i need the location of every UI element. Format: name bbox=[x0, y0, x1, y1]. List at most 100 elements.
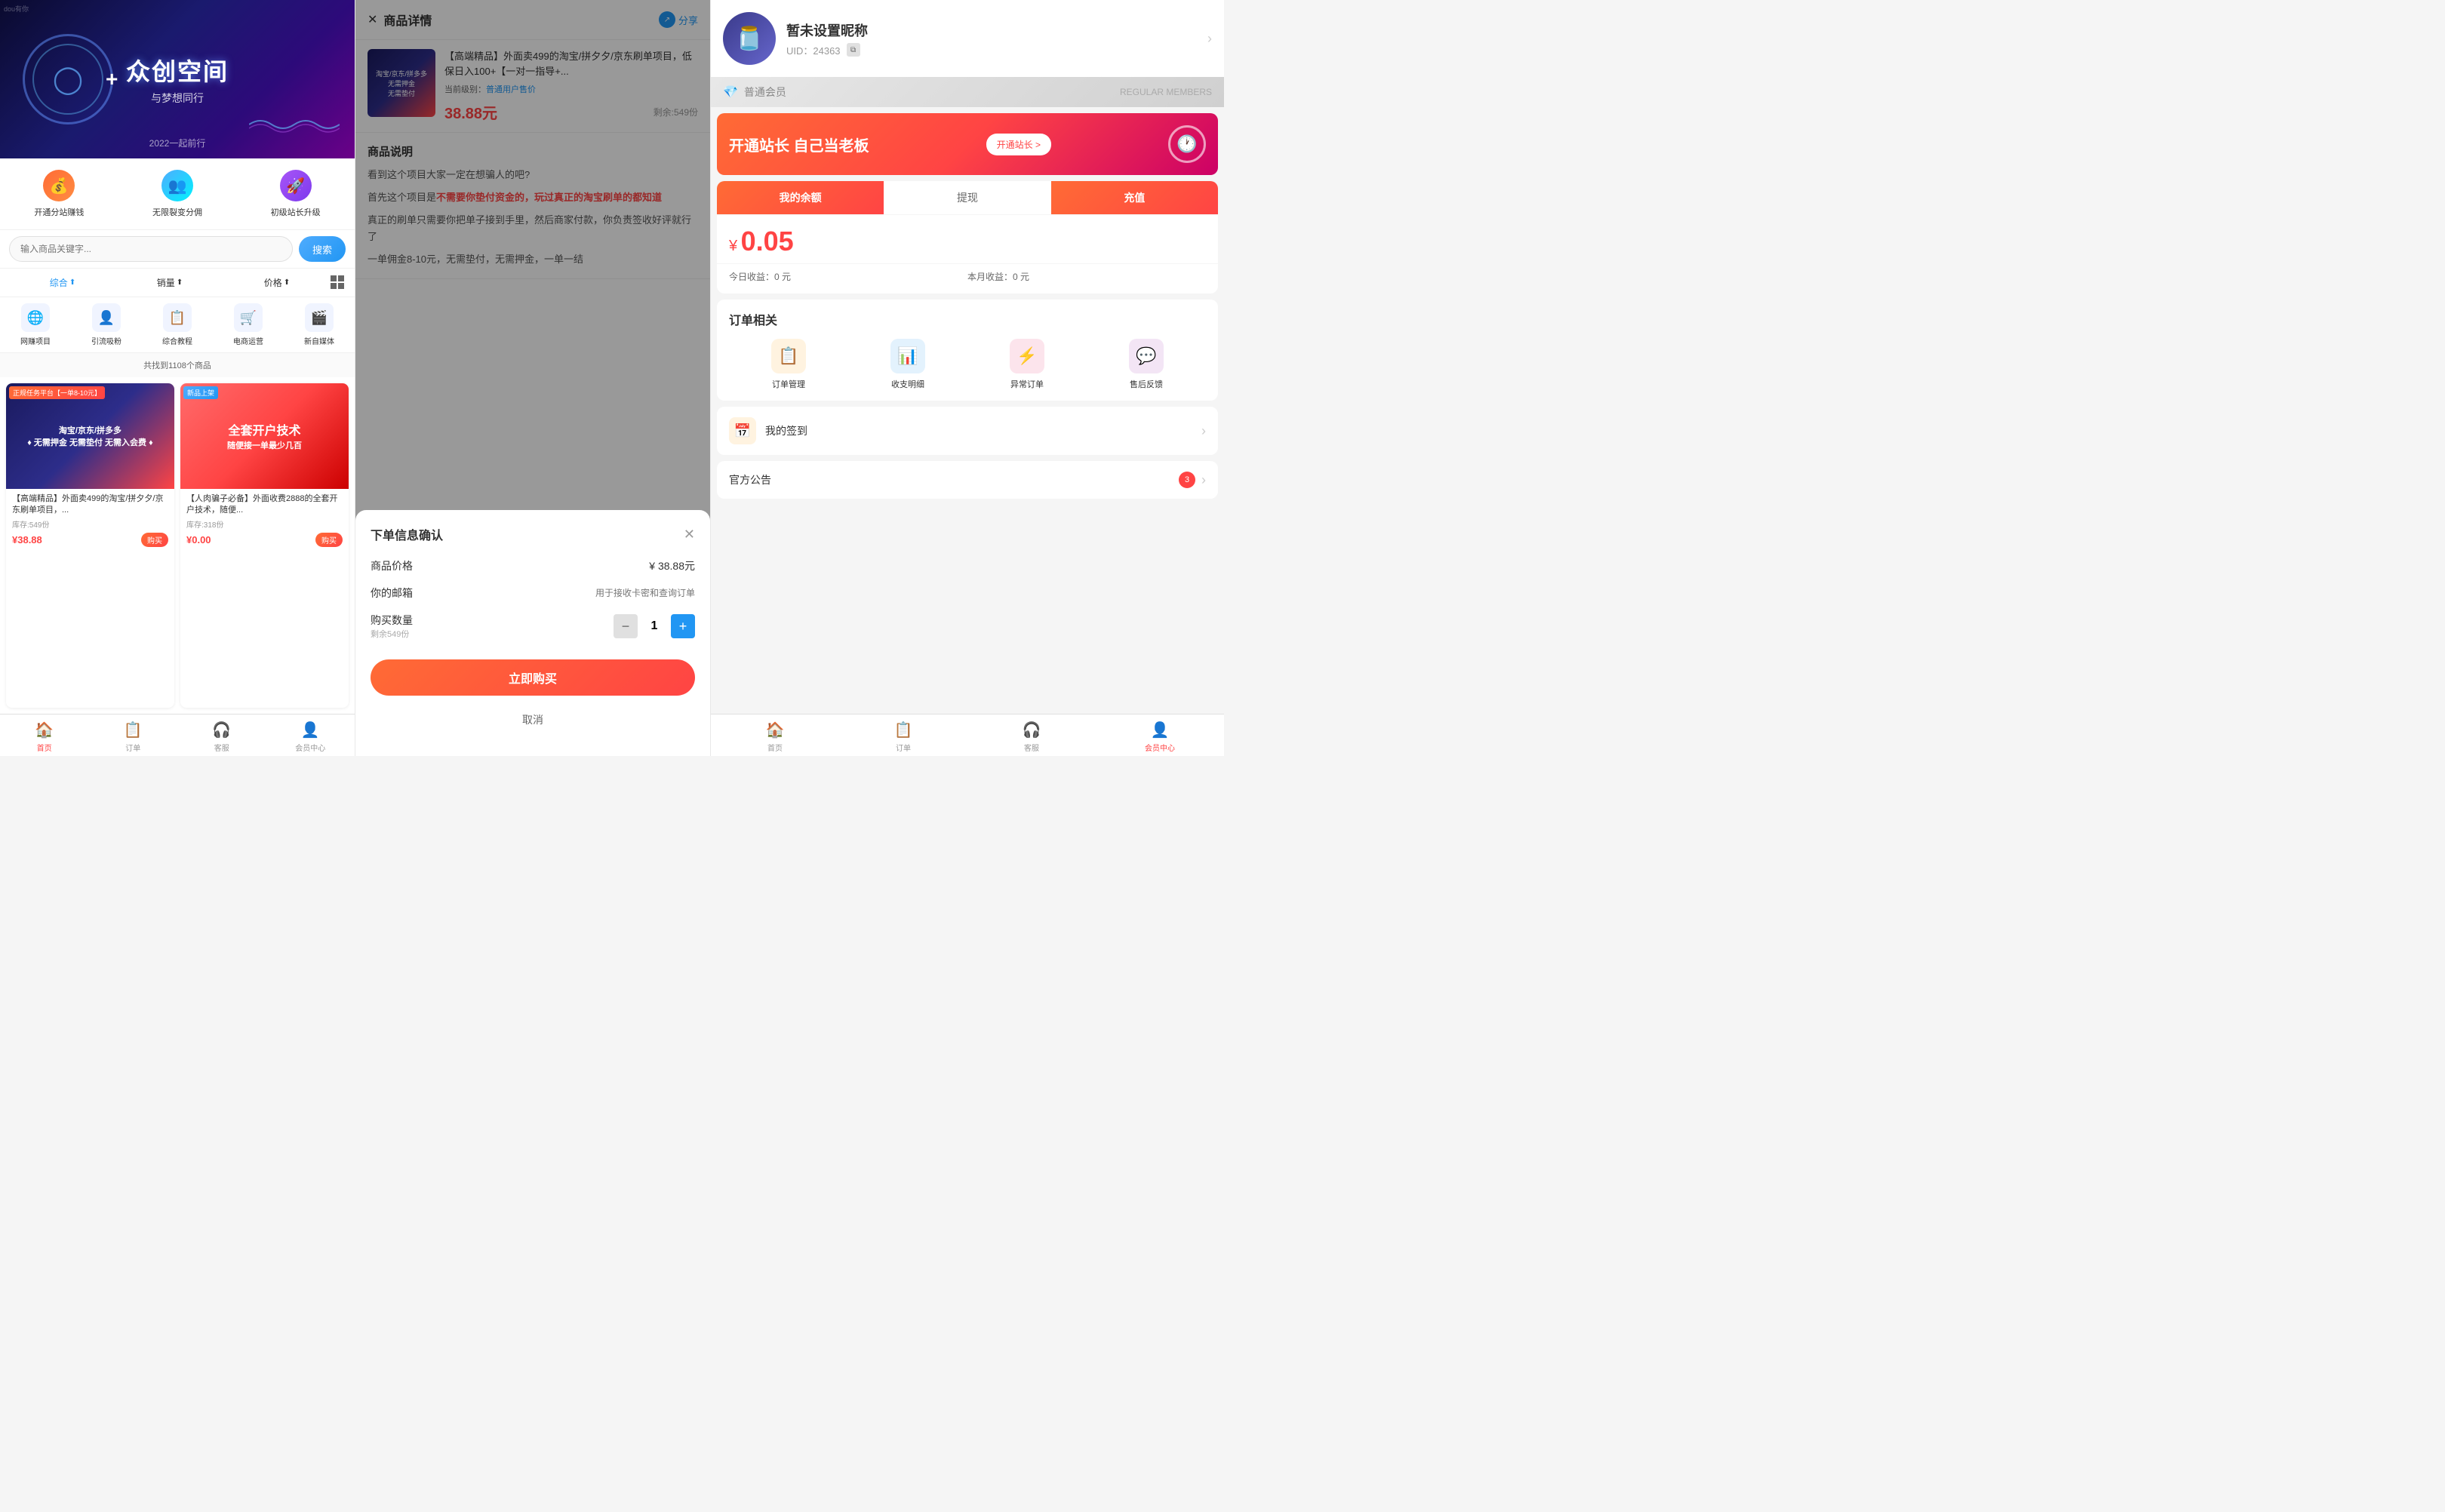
product-card-1[interactable]: 正规任务平台【一单8-10元】 淘宝/京东/拼多多♦ 无需押金 无需垫付 无需入… bbox=[6, 383, 174, 708]
product-price-row-1: ¥38.88 购买 bbox=[12, 533, 168, 547]
modal-qty-label: 购买数量 bbox=[371, 614, 413, 626]
product-price-2: ¥0.00 bbox=[186, 534, 211, 545]
product-price-row-2: ¥0.00 购买 bbox=[186, 533, 343, 547]
member-text: 普通会员 bbox=[744, 85, 786, 100]
modal-email-row: 你的邮箱 bbox=[371, 585, 695, 601]
boss-title: 开通站长 自己当老板 bbox=[729, 134, 869, 155]
orders-title: 订单相关 bbox=[729, 310, 1206, 328]
product-card-2[interactable]: 新品上架 全套开户技术随便接一单最少几百 【人肉骗子必备】外面收费2888的全套… bbox=[180, 383, 349, 708]
product-info-1: 【高端精品】外面卖499的淘宝/拼夕夕/京东刷单项目，... 库存:549份 ¥… bbox=[6, 489, 174, 552]
rnav-orders-icon: 📋 bbox=[894, 721, 913, 739]
rnav-home[interactable]: 🏠 首页 bbox=[711, 721, 839, 753]
abnormal-orders-icon: ⚡ bbox=[1010, 339, 1044, 373]
nav-service[interactable]: 🎧 客服 bbox=[177, 721, 266, 753]
nav-home[interactable]: 🏠 首页 bbox=[0, 721, 89, 753]
order-manage-icon: 📋 bbox=[771, 339, 806, 373]
nav-member[interactable]: 👤 会员中心 bbox=[266, 721, 355, 753]
product-buy-btn-1[interactable]: 购买 bbox=[141, 533, 168, 547]
product-buy-btn-2[interactable]: 购买 bbox=[315, 533, 343, 547]
product-title-2: 【人肉骗子必备】外面收费2888的全套开户技术，随便... bbox=[186, 493, 343, 517]
cat-dianshang[interactable]: 🛒 电商运营 bbox=[213, 303, 284, 346]
income-detail[interactable]: 📊 收支明细 bbox=[848, 339, 967, 390]
modal-price-label: 商品价格 bbox=[371, 558, 413, 573]
modal-title: 下单信息确认 bbox=[371, 525, 443, 543]
uid-text: UID：24363 bbox=[786, 43, 841, 57]
grid-view-toggle[interactable] bbox=[331, 275, 346, 290]
orders-section: 订单相关 📋 订单管理 📊 收支明细 ⚡ 异常订单 💬 售后反馈 bbox=[717, 300, 1218, 401]
boss-banner[interactable]: 开通站长 自己当老板 开通站长 > 🕐 bbox=[717, 113, 1218, 175]
filter-sales[interactable]: 销量 ⬆ bbox=[116, 273, 223, 292]
rnav-orders[interactable]: 📋 订单 bbox=[839, 721, 967, 753]
qty-plus-button[interactable]: + bbox=[671, 614, 695, 638]
modal-qty-stock: 剩余549份 bbox=[371, 628, 413, 640]
product-badge-2: 新品上架 bbox=[183, 386, 218, 399]
after-sale[interactable]: 💬 售后反馈 bbox=[1087, 339, 1206, 390]
open-station-button[interactable]: 开通站长 > bbox=[986, 134, 1051, 155]
banner-sub-title: 与梦想同行 bbox=[126, 91, 229, 106]
result-count: 共找到1108个商品 bbox=[0, 353, 355, 377]
uid-row: UID：24363 ⧉ bbox=[786, 43, 1197, 57]
qty-minus-button[interactable]: − bbox=[614, 614, 638, 638]
member-en-text: REGULAR MEMBERS bbox=[1120, 87, 1212, 97]
cancel-button[interactable]: 取消 bbox=[371, 706, 695, 733]
checkin-text: 我的签到 bbox=[765, 423, 1201, 438]
qty-control: − 1 + bbox=[614, 614, 695, 638]
user-info: 暂未设置昵称 UID：24363 ⧉ bbox=[786, 20, 1197, 57]
modal-qty-row: 购买数量 剩余549份 − 1 + bbox=[371, 613, 695, 640]
action-upgrade-label: 初级站长升级 bbox=[271, 206, 321, 218]
right-bottom-nav: 🏠 首页 📋 订单 🎧 客服 👤 会员中心 bbox=[711, 714, 1224, 756]
rnav-service[interactable]: 🎧 客服 bbox=[967, 721, 1096, 753]
cat-wangzhuan[interactable]: 🌐 网赚项目 bbox=[0, 303, 71, 346]
product-info-2: 【人肉骗子必备】外面收费2888的全套开户技术，随便... 库存:318份 ¥0… bbox=[180, 489, 349, 552]
search-button[interactable]: 搜索 bbox=[299, 236, 346, 262]
cat-media[interactable]: 🎬 新自媒体 bbox=[284, 303, 355, 346]
rnav-orders-label: 订单 bbox=[896, 742, 911, 753]
balance-stats: 今日收益：0 元 本月收益：0 元 bbox=[717, 263, 1218, 293]
action-earn-label: 开通分站赚钱 bbox=[34, 206, 84, 218]
action-upgrade[interactable]: 🚀 初级站长升级 bbox=[236, 170, 355, 218]
product-grid: 正规任务平台【一单8-10元】 淘宝/京东/拼多多♦ 无需押金 无需垫付 无需入… bbox=[0, 377, 355, 714]
modal-close-button[interactable]: ✕ bbox=[684, 527, 695, 542]
notice-row[interactable]: 官方公告 3 › bbox=[717, 461, 1218, 499]
rnav-home-label: 首页 bbox=[767, 742, 783, 753]
balance-currency: ¥ bbox=[729, 238, 737, 254]
notice-arrow-icon: › bbox=[1201, 472, 1206, 488]
rnav-member[interactable]: 👤 会员中心 bbox=[1096, 721, 1224, 753]
modal-email-input[interactable] bbox=[578, 588, 695, 598]
search-input[interactable] bbox=[9, 236, 293, 262]
balance-number: 0.05 bbox=[741, 226, 794, 257]
cat-jiaocheng[interactable]: 📋 综合教程 bbox=[142, 303, 213, 346]
hero-banner: dou有你 ◯ + 众创空间 与梦想同行 2022一起前行 bbox=[0, 0, 355, 158]
filter-comprehensive[interactable]: 综合 ⬆ bbox=[9, 273, 116, 292]
order-manage[interactable]: 📋 订单管理 bbox=[729, 339, 848, 390]
boss-banner-left: 开通站长 自己当老板 bbox=[729, 134, 869, 155]
action-upgrade-icon: 🚀 bbox=[280, 170, 312, 201]
action-share[interactable]: 👥 无限裂变分佣 bbox=[118, 170, 237, 218]
bottom-nav: 🏠 首页 📋 订单 🎧 客服 👤 会员中心 bbox=[0, 714, 355, 756]
balance-amount: ¥ 0.05 bbox=[717, 215, 1218, 263]
action-earn[interactable]: 💰 开通分站赚钱 bbox=[0, 170, 118, 218]
abnormal-orders[interactable]: ⚡ 异常订单 bbox=[967, 339, 1087, 390]
income-detail-icon: 📊 bbox=[890, 339, 925, 373]
balance-tab[interactable]: 我的余额 bbox=[717, 181, 884, 214]
product-title-1: 【高端精品】外面卖499的淘宝/拼夕夕/京东刷单项目，... bbox=[12, 493, 168, 517]
cat-yinliu[interactable]: 👤 引流吸粉 bbox=[71, 303, 142, 346]
copy-uid-button[interactable]: ⧉ bbox=[847, 43, 860, 57]
cat-media-label: 新自媒体 bbox=[304, 335, 334, 346]
banner-circle: ◯ bbox=[23, 34, 113, 124]
checkin-row[interactable]: 📅 我的签到 › bbox=[717, 407, 1218, 455]
filter-price[interactable]: 价格 ⬆ bbox=[223, 273, 331, 292]
income-detail-label: 收支明细 bbox=[891, 378, 924, 390]
profile-arrow-icon[interactable]: › bbox=[1207, 31, 1212, 47]
banner-text-block: 众创空间 与梦想同行 bbox=[126, 53, 229, 106]
nav-orders-icon: 📋 bbox=[124, 721, 143, 739]
buy-now-button[interactable]: 立即购买 bbox=[371, 659, 695, 696]
avatar-wrap: 🫙 bbox=[723, 12, 776, 65]
cat-yinliu-label: 引流吸粉 bbox=[91, 335, 121, 346]
withdraw-tab[interactable]: 提现 bbox=[884, 181, 1050, 214]
recharge-tab[interactable]: 充值 bbox=[1051, 181, 1218, 214]
left-panel: dou有你 ◯ + 众创空间 与梦想同行 2022一起前行 💰 开通分站赚钱 👥… bbox=[0, 0, 355, 756]
after-sale-icon: 💬 bbox=[1129, 339, 1164, 373]
notice-text: 官方公告 bbox=[729, 472, 1179, 487]
nav-orders[interactable]: 📋 订单 bbox=[89, 721, 178, 753]
